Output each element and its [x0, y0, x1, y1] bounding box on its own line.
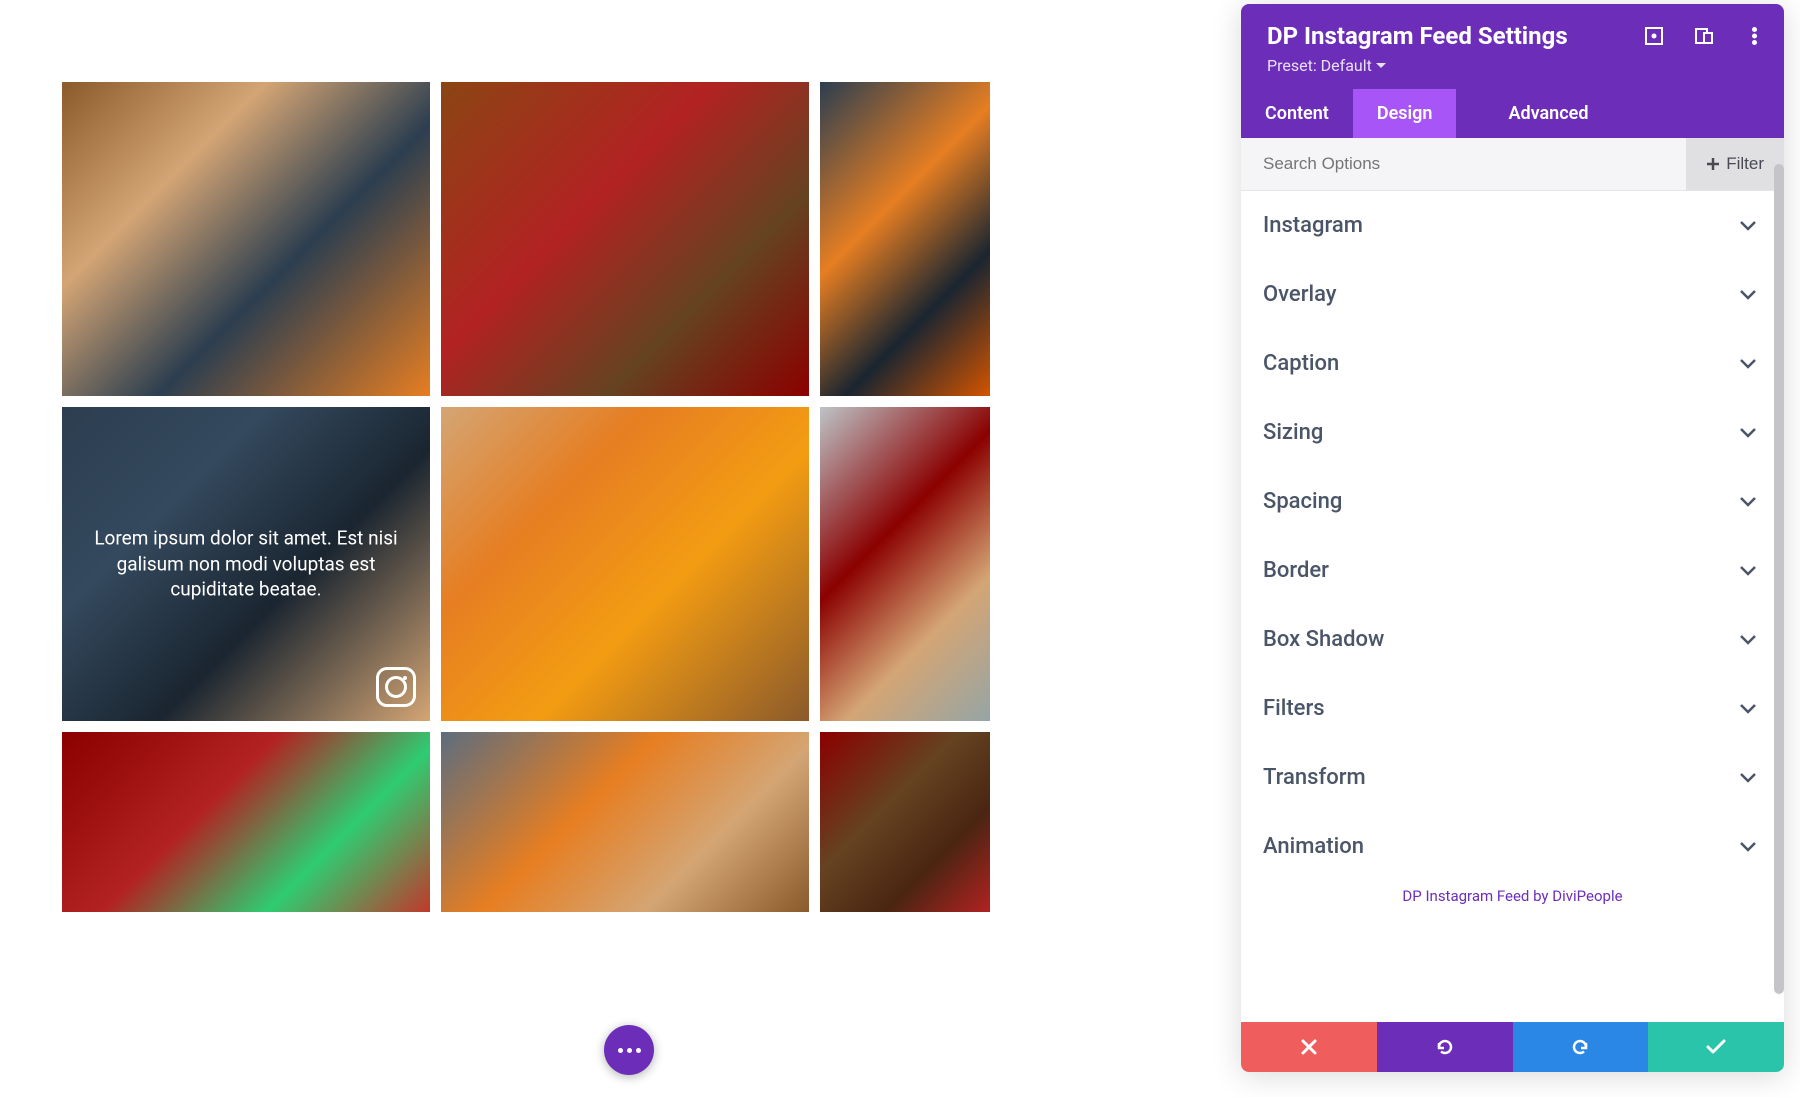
- scrollbar[interactable]: [1774, 164, 1784, 994]
- chevron-down-icon: [1740, 428, 1756, 438]
- chevron-down-icon: [1740, 635, 1756, 645]
- panel-header: DP Instagram Feed Settings Preset: Defau…: [1241, 4, 1784, 89]
- option-border[interactable]: Border: [1241, 536, 1784, 605]
- chevron-down-icon: [1740, 842, 1756, 852]
- option-instagram[interactable]: Instagram: [1241, 191, 1784, 260]
- search-input[interactable]: [1241, 138, 1686, 190]
- save-button[interactable]: [1648, 1022, 1784, 1072]
- undo-icon: [1435, 1037, 1455, 1057]
- search-bar: Filter: [1241, 138, 1784, 191]
- instagram-feed-grid: Lorem ipsum dolor sit amet. Est nisi gal…: [62, 82, 960, 912]
- filter-button[interactable]: Filter: [1686, 138, 1784, 190]
- overlay-caption: Lorem ipsum dolor sit amet. Est nisi gal…: [62, 526, 430, 603]
- undo-button[interactable]: [1377, 1022, 1513, 1072]
- tab-content[interactable]: Content: [1241, 89, 1353, 138]
- action-bar: [1241, 1022, 1784, 1072]
- responsive-icon[interactable]: [1694, 26, 1714, 46]
- option-filters[interactable]: Filters: [1241, 674, 1784, 743]
- instagram-icon[interactable]: [376, 667, 416, 707]
- check-icon: [1706, 1039, 1726, 1055]
- redo-button[interactable]: [1513, 1022, 1649, 1072]
- chevron-down-icon: [1740, 497, 1756, 507]
- preview-area: Lorem ipsum dolor sit amet. Est nisi gal…: [0, 0, 960, 1097]
- tab-design[interactable]: Design: [1353, 89, 1457, 138]
- feed-image[interactable]: [62, 82, 430, 396]
- feed-image[interactable]: [441, 732, 809, 912]
- chevron-down-icon: [1740, 290, 1756, 300]
- caret-down-icon: [1376, 63, 1386, 69]
- module-options-fab[interactable]: [604, 1025, 654, 1075]
- feed-image[interactable]: [820, 82, 990, 396]
- feed-image[interactable]: [441, 82, 809, 396]
- feed-image-overlay[interactable]: Lorem ipsum dolor sit amet. Est nisi gal…: [62, 407, 430, 721]
- more-options-icon[interactable]: [1744, 26, 1764, 46]
- tab-advanced[interactable]: Advanced: [1484, 89, 1612, 138]
- panel-tabs: Content Design Advanced: [1241, 89, 1784, 138]
- feed-image[interactable]: [820, 732, 990, 912]
- option-overlay[interactable]: Overlay: [1241, 260, 1784, 329]
- feed-image[interactable]: [441, 407, 809, 721]
- cancel-button[interactable]: [1241, 1022, 1377, 1072]
- option-sizing[interactable]: Sizing: [1241, 398, 1784, 467]
- chevron-down-icon: [1740, 359, 1756, 369]
- option-caption[interactable]: Caption: [1241, 329, 1784, 398]
- feed-image[interactable]: [820, 407, 990, 721]
- design-options-list: Instagram Overlay Caption Sizing Spacing…: [1241, 191, 1784, 1022]
- plugin-credit-link[interactable]: DP Instagram Feed by DiviPeople: [1241, 881, 1784, 913]
- chevron-down-icon: [1740, 773, 1756, 783]
- option-transform[interactable]: Transform: [1241, 743, 1784, 812]
- chevron-down-icon: [1740, 704, 1756, 714]
- option-spacing[interactable]: Spacing: [1241, 467, 1784, 536]
- close-icon: [1300, 1038, 1318, 1056]
- option-box-shadow[interactable]: Box Shadow: [1241, 605, 1784, 674]
- expand-icon[interactable]: [1644, 26, 1664, 46]
- option-animation[interactable]: Animation: [1241, 812, 1784, 881]
- settings-panel: DP Instagram Feed Settings Preset: Defau…: [1241, 4, 1784, 1072]
- chevron-down-icon: [1740, 566, 1756, 576]
- plus-icon: [1706, 157, 1720, 171]
- redo-icon: [1570, 1037, 1590, 1057]
- chevron-down-icon: [1740, 221, 1756, 231]
- preset-selector[interactable]: Preset: Default: [1267, 56, 1758, 75]
- feed-image[interactable]: [62, 732, 430, 912]
